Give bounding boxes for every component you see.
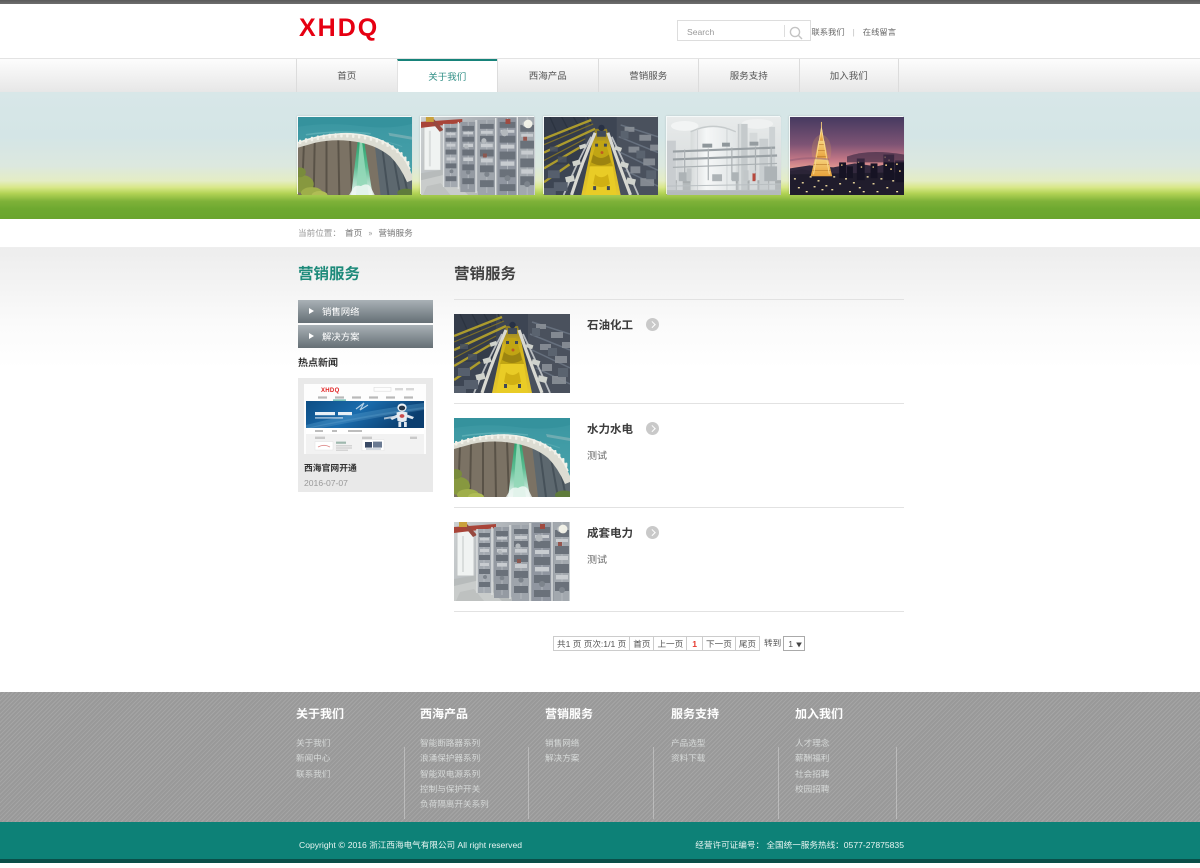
svg-text:XHDQ: XHDQ xyxy=(321,388,340,394)
